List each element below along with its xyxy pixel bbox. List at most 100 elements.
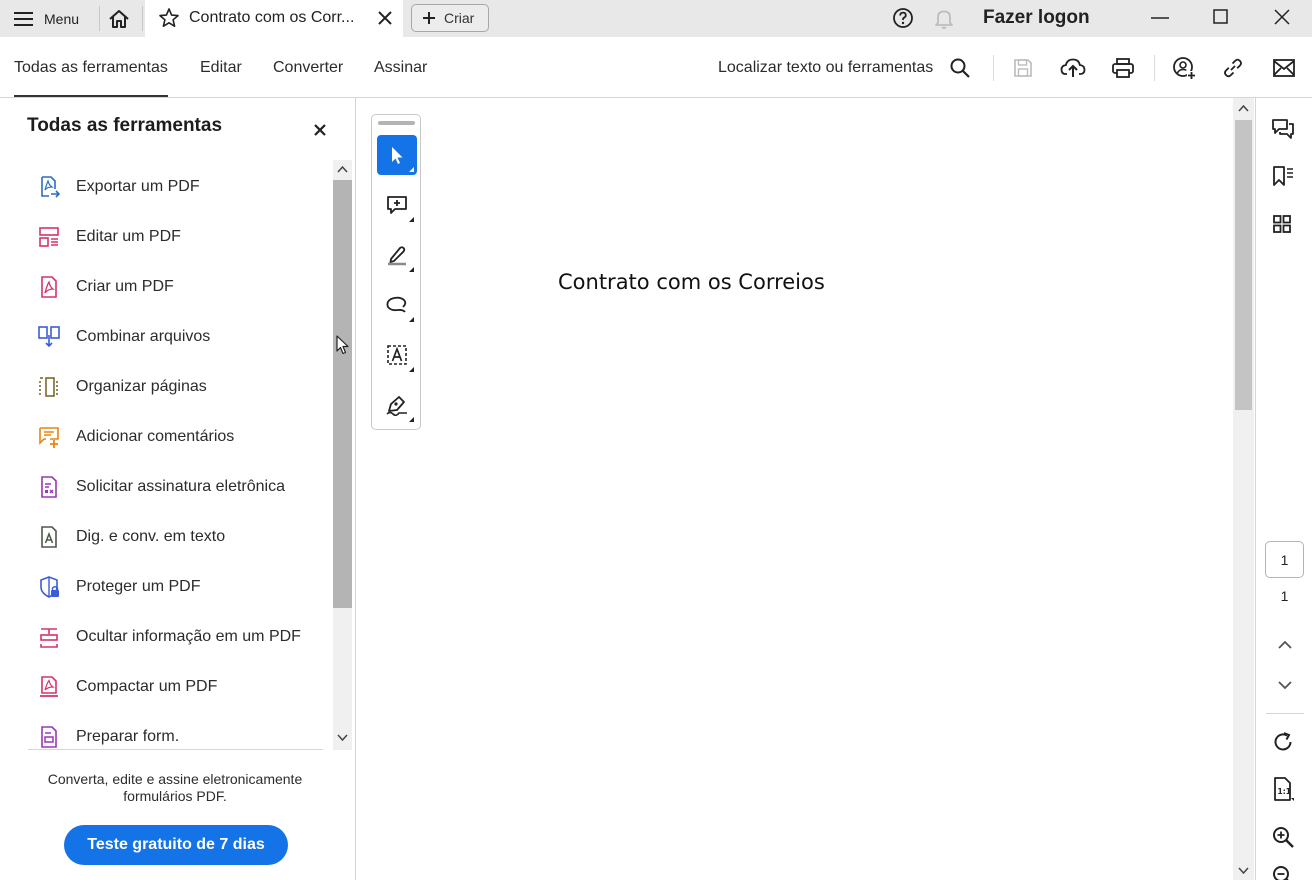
more-arrow: [409, 167, 414, 172]
chevron-up-icon[interactable]: [1237, 102, 1250, 115]
print-icon[interactable]: [1111, 57, 1135, 79]
comments-icon[interactable]: [1271, 118, 1295, 140]
comment-tool[interactable]: [377, 185, 417, 225]
link-icon[interactable]: [1222, 57, 1244, 79]
add-comment-icon: [36, 424, 62, 450]
chevron-up-icon[interactable]: [336, 163, 349, 176]
document-tab[interactable]: Contrato com os Corr...: [145, 0, 403, 37]
drag-handle[interactable]: [378, 121, 415, 125]
tab-all-tools[interactable]: Todas as ferramentas: [14, 59, 168, 97]
tab-sign[interactable]: Assinar: [374, 59, 427, 77]
highlight-tool[interactable]: [377, 235, 417, 275]
tool-organize-pages[interactable]: Organizar páginas: [36, 371, 326, 403]
maximize-icon[interactable]: [1212, 8, 1230, 26]
help-icon[interactable]: [892, 7, 914, 29]
tool-label: Solicitar assinatura eletrônica: [76, 478, 285, 495]
divider: [142, 6, 143, 31]
main-toolbar: Todas as ferramentas Editar Converter As…: [0, 37, 1312, 98]
create-label: Criar: [444, 10, 475, 26]
more-arrow: [409, 217, 414, 222]
tab-convert[interactable]: Converter: [273, 59, 343, 77]
bell-icon[interactable]: [933, 7, 955, 29]
tool-protect-pdf[interactable]: Proteger um PDF: [36, 571, 326, 603]
share-user-icon[interactable]: [1172, 56, 1196, 80]
scrollbar-thumb[interactable]: [333, 180, 352, 608]
thumbnails-icon[interactable]: [1271, 213, 1293, 235]
text-tool[interactable]: [377, 335, 417, 375]
document-viewer[interactable]: Contrato com os Correios: [356, 98, 1233, 880]
chevron-down-icon[interactable]: [336, 731, 349, 744]
create-button[interactable]: Criar: [411, 4, 489, 32]
tool-export-pdf[interactable]: Exportar um PDF: [36, 171, 326, 203]
tool-label: Dig. e conv. em texto: [76, 528, 226, 545]
menu-label: Menu: [44, 10, 80, 27]
current-page-input[interactable]: 1: [1265, 541, 1304, 578]
tool-label: Criar um PDF: [76, 278, 174, 295]
search-icon[interactable]: [949, 57, 971, 79]
select-tool[interactable]: [377, 135, 417, 175]
close-tab-icon[interactable]: [376, 9, 394, 27]
divider: [993, 55, 994, 81]
tool-label: Compactar um PDF: [76, 678, 218, 695]
prepare-form-icon: [36, 724, 62, 750]
protect-pdf-icon: [36, 574, 62, 600]
divider: [99, 6, 100, 31]
tab-edit[interactable]: Editar: [200, 59, 242, 77]
scrollbar-thumb[interactable]: [1235, 120, 1252, 410]
star-icon[interactable]: [158, 7, 180, 29]
tool-request-signature[interactable]: Solicitar assinatura eletrônica: [36, 471, 326, 503]
minimize-icon[interactable]: [1150, 8, 1170, 28]
sign-icon: [385, 394, 409, 416]
page-up-icon[interactable]: [1276, 638, 1294, 652]
tool-scan-ocr[interactable]: Dig. e conv. em texto: [36, 521, 326, 553]
more-arrow: [409, 267, 414, 272]
home-button[interactable]: [102, 3, 136, 34]
promo-text: Converta, edite e assine eletronicamente…: [47, 771, 303, 804]
zoom-out-icon[interactable]: [1271, 864, 1295, 880]
tool-label: Organizar páginas: [76, 378, 207, 395]
close-panel-icon[interactable]: [313, 123, 327, 137]
bookmarks-icon[interactable]: [1271, 164, 1295, 188]
tool-label: Adicionar comentários: [76, 428, 235, 445]
draw-freeform-icon: [385, 295, 409, 315]
select-icon: [387, 144, 407, 166]
rotate-icon[interactable]: [1271, 730, 1295, 754]
tool-add-comments[interactable]: Adicionar comentários: [36, 421, 326, 453]
tools-scrollbar[interactable]: [333, 160, 352, 750]
sign-tool[interactable]: [377, 385, 417, 425]
search-tools-field[interactable]: Localizar texto ou ferramentas: [718, 59, 933, 77]
panel-title: Todas as ferramentas: [27, 115, 223, 136]
redact-icon: [36, 624, 62, 650]
chevron-down-icon[interactable]: [1237, 864, 1250, 877]
zoom-in-icon[interactable]: [1271, 825, 1295, 849]
email-icon[interactable]: [1272, 58, 1296, 78]
all-tools-panel: Todas as ferramentas Exportar um PDF Edi…: [0, 98, 356, 880]
tool-label: Ocultar informação em um PDF: [76, 628, 301, 645]
more-arrow: [409, 317, 414, 322]
draw-tool[interactable]: [377, 285, 417, 325]
tool-edit-pdf[interactable]: Editar um PDF: [36, 221, 326, 253]
highlight-icon: [386, 244, 408, 266]
save-icon[interactable]: [1012, 57, 1034, 79]
more-arrow: [409, 367, 414, 372]
page-down-icon[interactable]: [1276, 678, 1294, 692]
tool-combine-files[interactable]: Combinar arquivos: [36, 321, 326, 353]
tool-redact[interactable]: Ocultar informação em um PDF: [36, 621, 326, 653]
organize-pages-icon: [36, 374, 62, 400]
sign-in-link[interactable]: Fazer logon: [983, 7, 1090, 29]
plus-icon: [422, 11, 436, 25]
free-trial-button[interactable]: Teste gratuito de 7 dias: [64, 825, 288, 865]
tool-compress-pdf[interactable]: Compactar um PDF: [36, 671, 326, 703]
tool-label: Editar um PDF: [76, 228, 181, 245]
document-scrollbar[interactable]: [1233, 98, 1254, 880]
scan-ocr-icon: [36, 524, 62, 550]
menu-button[interactable]: Menu: [0, 0, 97, 37]
tool-label: Proteger um PDF: [76, 578, 201, 595]
actual-size-icon[interactable]: 1:1: [1271, 776, 1295, 802]
cloud-upload-icon[interactable]: [1060, 56, 1086, 80]
divider: [1266, 713, 1304, 714]
home-icon: [108, 9, 130, 29]
tool-create-pdf[interactable]: Criar um PDF: [36, 271, 326, 303]
window-close-icon[interactable]: [1273, 8, 1291, 26]
tool-label: Exportar um PDF: [76, 178, 200, 195]
